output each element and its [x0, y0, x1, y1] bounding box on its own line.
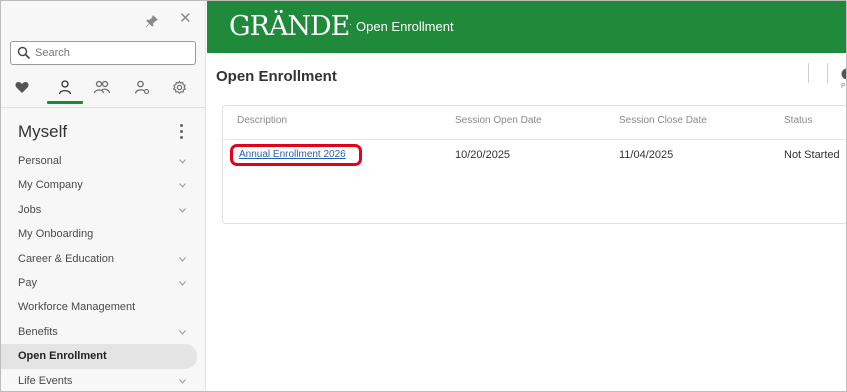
session-open-date-cell: 10/20/2025: [455, 149, 511, 161]
sidebar-item-personal[interactable]: Personal: [1, 149, 206, 173]
status-cell: Not Started: [784, 149, 840, 161]
chevron-down-icon: [179, 329, 186, 335]
toolbar-divider: [827, 63, 828, 83]
heart-icon[interactable]: [10, 75, 34, 99]
brand-logo[interactable]: GRÄNDE.: [229, 11, 352, 42]
sidebar-item-label: Jobs: [18, 203, 42, 216]
sidebar-item-pay[interactable]: Pay: [1, 271, 206, 295]
toolbar-action-label: P: [841, 83, 846, 90]
highlight-annotation: [230, 144, 362, 166]
chevron-down-icon: [179, 183, 186, 189]
chevron-down-icon: [179, 159, 186, 164]
chevron-down-icon: [179, 281, 186, 286]
sidebar-item-label: Open Enrollment: [18, 350, 107, 363]
pin-icon[interactable]: [145, 14, 159, 28]
sidebar-divider: [1, 107, 206, 108]
sidebar-item-label: Career & Education: [18, 252, 114, 265]
sidebar-item-label: My Onboarding: [18, 228, 94, 241]
logo-text: GRÄNDE: [229, 11, 350, 42]
sidebar-item-life-events[interactable]: Life Events: [1, 369, 206, 391]
main-content: Open Enrollment P Description Session Op…: [207, 53, 846, 391]
chevron-down-icon: [179, 378, 186, 384]
sidebar-item-career-education[interactable]: Career & Education: [1, 247, 206, 271]
sidebar-icon-tabs: [1, 75, 206, 104]
person-icon[interactable]: [53, 75, 77, 99]
more-options-icon[interactable]: [179, 124, 185, 142]
column-header-status[interactable]: Status: [784, 115, 812, 126]
toolbar-action-icon[interactable]: [840, 67, 846, 79]
search-field[interactable]: [10, 41, 196, 65]
session-close-date-cell: 11/04/2025: [619, 149, 674, 161]
app-window: ✕ Search Myself Personal My Company Jobs…: [0, 0, 847, 392]
logo-mark: .: [349, 19, 351, 27]
column-header-session-close-date[interactable]: Session Close Date: [619, 115, 707, 126]
sidebar-item-open-enrollment[interactable]: Open Enrollment: [1, 344, 197, 369]
column-header-session-open-date[interactable]: Session Open Date: [455, 115, 542, 126]
sidebar-nav: Personal My Company Jobs My Onboarding C…: [1, 149, 206, 391]
search-icon: [17, 46, 31, 60]
toolbar-divider: [808, 63, 809, 83]
header-app-title: Open Enrollment: [356, 19, 454, 34]
person-settings-icon[interactable]: [130, 75, 154, 99]
sidebar: ✕ Search Myself Personal My Company Jobs…: [1, 1, 206, 391]
sidebar-item-benefits[interactable]: Benefits: [1, 320, 206, 344]
people-icon[interactable]: [90, 75, 114, 99]
search-input[interactable]: [35, 44, 185, 62]
chevron-down-icon: [179, 207, 186, 213]
app-header: GRÄNDE. Open Enrollment: [207, 1, 846, 53]
sidebar-item-label: Pay: [18, 276, 37, 289]
sidebar-item-label: Personal: [18, 155, 62, 167]
sidebar-item-label: My Company: [18, 179, 83, 192]
sidebar-item-label: Benefits: [18, 325, 58, 338]
sidebar-item-workforce-management[interactable]: Workforce Management: [1, 295, 206, 319]
active-tab-indicator: [47, 101, 83, 104]
column-header-description[interactable]: Description: [237, 115, 287, 126]
page-title: Open Enrollment: [216, 68, 337, 85]
sidebar-item-label: Workforce Management: [18, 301, 136, 314]
sidebar-item-label: Life Events: [18, 374, 73, 387]
sidebar-item-jobs[interactable]: Jobs: [1, 198, 206, 222]
close-icon[interactable]: ✕: [179, 11, 193, 26]
sidebar-item-my-company[interactable]: My Company: [1, 173, 206, 197]
chevron-down-icon: [179, 256, 186, 262]
sidebar-section-title: Myself: [18, 122, 68, 141]
settings-icon[interactable]: [167, 75, 191, 99]
table-header-divider: [223, 139, 846, 140]
sidebar-item-my-onboarding[interactable]: My Onboarding: [1, 222, 206, 246]
sidebar-top-bar: ✕: [1, 9, 206, 35]
